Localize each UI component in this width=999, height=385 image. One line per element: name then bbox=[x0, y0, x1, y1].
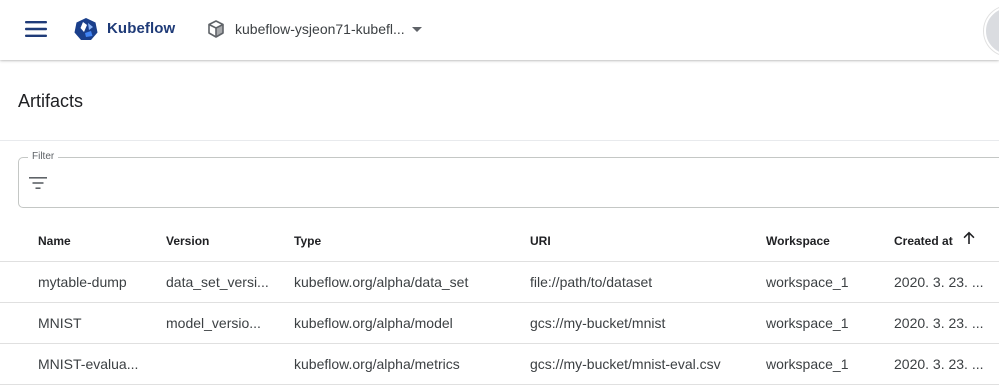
table-row[interactable]: MNIST model_versio... kubeflow.org/alpha… bbox=[0, 303, 999, 344]
menu-icon bbox=[25, 21, 47, 37]
kubeflow-logo-icon[interactable] bbox=[74, 17, 98, 41]
namespace-selector[interactable]: kubeflow-ysjeon71-kubefl... bbox=[206, 14, 422, 44]
top-app-bar: Kubeflow kubeflow-ysjeon71-kubefl... bbox=[0, 0, 999, 60]
cell-created-at: 2020. 3. 23. ... bbox=[894, 356, 984, 372]
cell-version: model_versio... bbox=[166, 315, 261, 331]
menu-button[interactable] bbox=[22, 15, 50, 43]
column-header-workspace[interactable]: Workspace bbox=[766, 221, 876, 261]
cell-uri: gcs://my-bucket/mnist-eval.csv bbox=[530, 356, 721, 372]
column-header-type[interactable]: Type bbox=[294, 221, 512, 261]
cell-uri: file://path/to/dataset bbox=[530, 274, 653, 290]
page-title: Artifacts bbox=[18, 91, 84, 111]
cell-uri: gcs://my-bucket/mnist bbox=[530, 315, 666, 331]
cell-type: kubeflow.org/alpha/data_set bbox=[294, 274, 469, 290]
filter-input[interactable] bbox=[18, 157, 999, 208]
column-header-uri[interactable]: URI bbox=[530, 221, 748, 261]
table-row[interactable]: mytable-dump data_set_versi... kubeflow.… bbox=[0, 262, 999, 303]
cell-created-at: 2020. 3. 23. ... bbox=[894, 274, 984, 290]
header-divider bbox=[0, 140, 999, 141]
avatar[interactable] bbox=[984, 6, 999, 56]
namespace-cube-icon bbox=[208, 20, 224, 38]
table-header: Name Version Type URI Workspace Created … bbox=[0, 221, 999, 262]
sort-arrow-up-icon[interactable] bbox=[962, 231, 976, 245]
filter-label: Filter bbox=[28, 151, 59, 162]
cell-workspace: workspace_1 bbox=[766, 274, 849, 290]
cell-type: kubeflow.org/alpha/model bbox=[294, 315, 453, 331]
cell-workspace: workspace_1 bbox=[766, 315, 849, 331]
namespace-label: kubeflow-ysjeon71-kubefl... bbox=[235, 21, 405, 37]
table-row[interactable]: MNIST-evalua... kubeflow.org/alpha/metri… bbox=[0, 344, 999, 385]
cell-created-at: 2020. 3. 23. ... bbox=[894, 315, 984, 331]
brand-name[interactable]: Kubeflow bbox=[107, 20, 175, 37]
cell-workspace: workspace_1 bbox=[766, 356, 849, 372]
dropdown-caret-icon bbox=[412, 26, 422, 32]
column-header-version[interactable]: Version bbox=[166, 221, 274, 261]
cell-name: MNIST bbox=[38, 315, 82, 331]
filter-list-icon bbox=[29, 177, 47, 189]
column-header-name[interactable]: Name bbox=[38, 221, 148, 261]
cell-name: mytable-dump bbox=[38, 274, 127, 290]
cell-name: MNIST-evalua... bbox=[38, 356, 139, 372]
cell-version bbox=[166, 344, 274, 384]
column-header-created-at[interactable]: Created at bbox=[894, 221, 999, 261]
cell-type: kubeflow.org/alpha/metrics bbox=[294, 356, 460, 372]
cell-version: data_set_versi... bbox=[166, 274, 269, 290]
